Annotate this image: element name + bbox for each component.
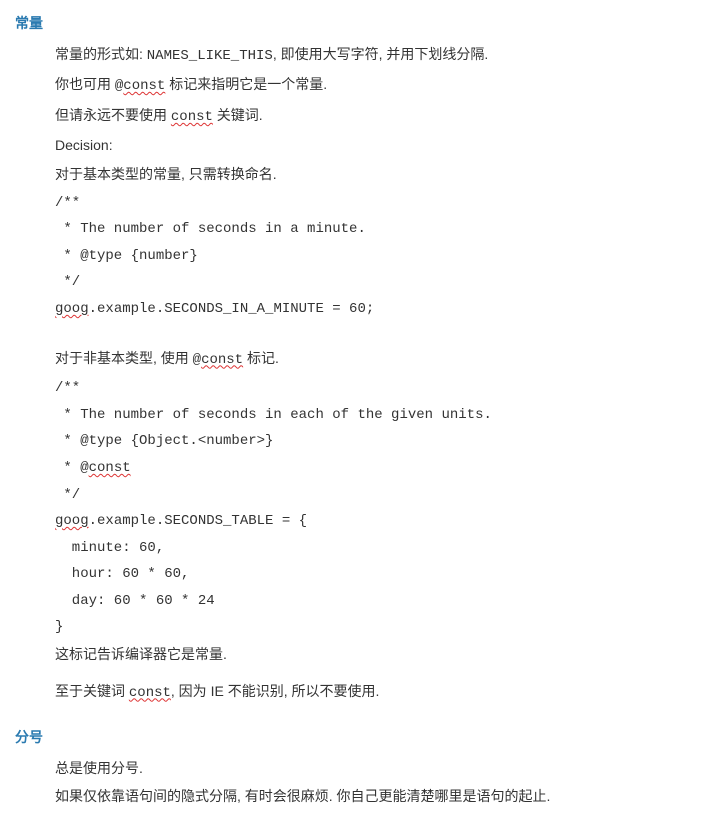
- code-text: .example.SECONDS_TABLE = {: [89, 513, 307, 529]
- text: 标记.: [243, 350, 279, 366]
- code-line: /**: [55, 190, 707, 217]
- code-line: * The number of seconds in each of the g…: [55, 402, 707, 429]
- code-line: minute: 60,: [55, 535, 707, 562]
- code-line: /**: [55, 375, 707, 402]
- code-line: */: [55, 269, 707, 296]
- const-keyword: const: [129, 685, 171, 701]
- text: 你也可用: [55, 76, 115, 92]
- const-keyword: const: [89, 460, 131, 476]
- text: 对于非基本类型, 使用: [55, 350, 193, 366]
- para-primitive-constants: 对于基本类型的常量, 只需转换命名.: [55, 161, 707, 188]
- code-line: goog.example.SECONDS_TABLE = {: [55, 508, 707, 535]
- text: , 因为 IE 不能识别, 所以不要使用.: [171, 683, 379, 699]
- para-nonprimitive-use-at-const: 对于非基本类型, 使用 @const 标记.: [55, 345, 707, 374]
- code-line: goog.example.SECONDS_IN_A_MINUTE = 60;: [55, 296, 707, 323]
- para-always-use-semicolon: 总是使用分号.: [55, 755, 707, 782]
- para-names-like-this: 常量的形式如: NAMES_LIKE_THIS, 即使用大写字符, 并用下划线分…: [55, 41, 707, 70]
- text: 常量的形式如:: [55, 46, 147, 62]
- code-inline: NAMES_LIKE_THIS: [147, 48, 273, 64]
- code-line: * @type {Object.<number>}: [55, 428, 707, 455]
- content-semicolon: 总是使用分号. 如果仅依靠语句间的隐式分隔, 有时会很麻烦. 你自己更能清楚哪里…: [15, 755, 707, 810]
- goog-keyword: goog: [55, 513, 89, 529]
- text: , 即使用大写字符, 并用下划线分隔.: [273, 46, 488, 62]
- para-mark-tells-compiler: 这标记告诉编译器它是常量.: [55, 641, 707, 668]
- const-keyword: const: [171, 109, 213, 125]
- para-never-use-const: 但请永远不要使用 const 关键词.: [55, 102, 707, 131]
- para-const-ie-not-support: 至于关键词 const, 因为 IE 不能识别, 所以不要使用.: [55, 678, 707, 707]
- text: 标记来指明它是一个常量.: [165, 76, 327, 92]
- const-keyword: const: [201, 352, 243, 368]
- code-line: }: [55, 614, 707, 641]
- code-line: * @const: [55, 455, 707, 482]
- text: 关键词.: [213, 107, 263, 123]
- content-constants: 常量的形式如: NAMES_LIKE_THIS, 即使用大写字符, 并用下划线分…: [15, 41, 707, 707]
- code-line: * The number of seconds in a minute.: [55, 216, 707, 243]
- goog-keyword: goog: [55, 301, 89, 317]
- code-inline: @const: [193, 352, 243, 368]
- at-sign: @: [193, 352, 201, 368]
- text: 但请永远不要使用: [55, 107, 171, 123]
- const-keyword: const: [123, 78, 165, 94]
- code-line: */: [55, 482, 707, 509]
- code-text: * @: [55, 460, 89, 476]
- code-line: * @type {number}: [55, 243, 707, 270]
- code-inline: @const: [115, 78, 165, 94]
- section-title-semicolon: 分号: [15, 724, 707, 751]
- para-at-const-mark: 你也可用 @const 标记来指明它是一个常量.: [55, 71, 707, 100]
- code-line: day: 60 * 60 * 24: [55, 588, 707, 615]
- para-implicit-separation-trouble: 如果仅依靠语句间的隐式分隔, 有时会很麻烦. 你自己更能清楚哪里是语句的起止.: [55, 783, 707, 810]
- section-title-constants: 常量: [15, 10, 707, 37]
- text: 至于关键词: [55, 683, 129, 699]
- code-text: .example.SECONDS_IN_A_MINUTE = 60;: [89, 301, 375, 317]
- code-line: hour: 60 * 60,: [55, 561, 707, 588]
- para-decision: Decision:: [55, 132, 707, 159]
